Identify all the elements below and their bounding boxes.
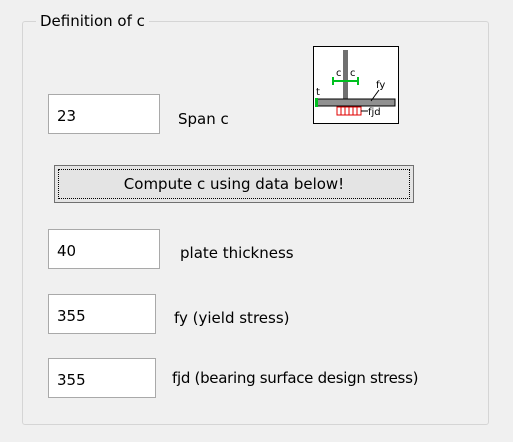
fy-label: fy xyxy=(376,80,385,91)
fy-input[interactable] xyxy=(48,294,156,334)
fjd-label: fjd xyxy=(368,107,381,118)
groupbox-title: Definition of c xyxy=(36,11,149,31)
compute-c-button-label: Compute c using data below! xyxy=(123,175,345,193)
fy-label-text: fy (yield stress) xyxy=(174,309,290,327)
base-plate-diagram-icon: c c t fy fjd xyxy=(313,46,399,124)
span-c-input[interactable] xyxy=(48,94,160,134)
base-plate xyxy=(316,98,396,107)
compute-c-button[interactable]: Compute c using data below! xyxy=(54,165,414,203)
plate-thickness-input[interactable] xyxy=(48,229,160,269)
column-web xyxy=(343,50,348,102)
fjd-label-text: fjd (bearing surface design stress) xyxy=(172,369,419,387)
definition-of-c-panel: Definition of c Span c c c t fy fjd xyxy=(0,0,513,442)
plate-thickness-label: plate thickness xyxy=(180,244,294,262)
t-label: t xyxy=(316,87,320,98)
c-left-label: c xyxy=(336,68,342,79)
span-c-label: Span c xyxy=(178,110,229,128)
c-right-label: c xyxy=(350,68,356,79)
fjd-input[interactable] xyxy=(48,358,156,398)
